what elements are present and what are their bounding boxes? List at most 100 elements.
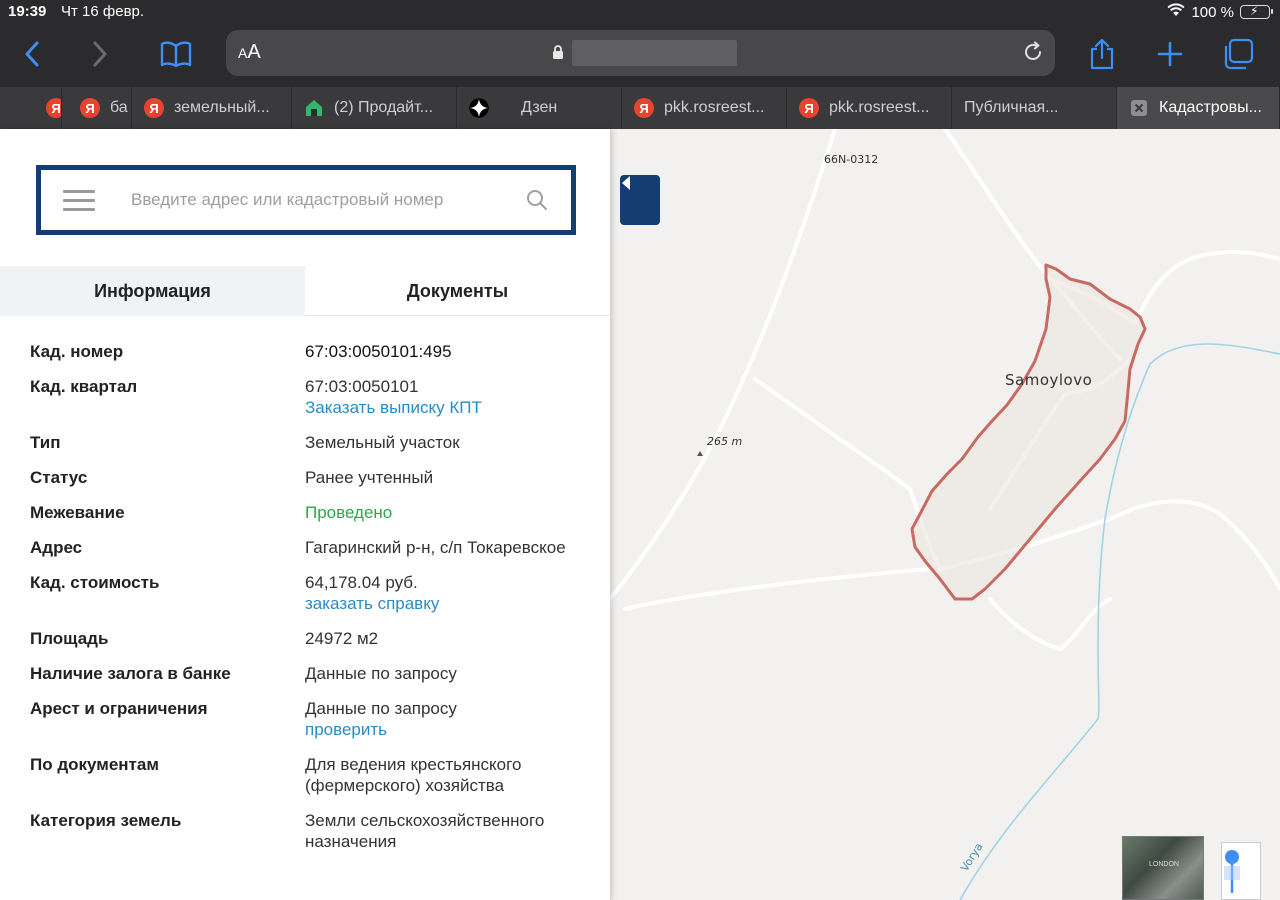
chevron-left-icon xyxy=(25,41,39,67)
info-panel: Информация Документы Кад. номер 67:03:00… xyxy=(0,129,610,900)
tab-label: (2) Продайт... xyxy=(334,99,434,116)
browser-tab[interactable]: Я земельный... xyxy=(132,87,292,129)
yandex-icon: Я xyxy=(80,98,100,118)
tab-label: pkk.rosreest... xyxy=(829,99,930,116)
close-icon[interactable] xyxy=(1129,98,1149,118)
tab-label: земельный... xyxy=(174,99,270,116)
tabs-overview-button[interactable] xyxy=(1218,36,1258,72)
tab-label: pkk.rosreest... xyxy=(664,99,765,116)
wifi-icon xyxy=(1167,3,1185,21)
order-certificate-link[interactable]: заказать справку xyxy=(305,593,585,614)
yandex-icon: Я xyxy=(634,98,654,118)
detail-key: Арест и ограничения xyxy=(30,699,208,718)
detail-key: Кад. квартал xyxy=(30,377,138,396)
bookmarks-button[interactable] xyxy=(156,36,196,72)
detail-value: Ранее учтенный xyxy=(305,468,434,487)
detail-key: Статус xyxy=(30,468,88,487)
map-view[interactable]: 66N-0312 Samoylovo 265 m Vorya LONDON xyxy=(610,129,1280,900)
tab-documents[interactable]: Документы xyxy=(305,266,610,316)
browser-tab[interactable]: Дзен xyxy=(457,87,622,129)
detail-value: 67:03:0050101 xyxy=(305,377,419,396)
battery-percent: 100 % xyxy=(1191,3,1234,21)
detail-row: Категория земель Земли сельскохозяйствен… xyxy=(30,810,590,852)
detail-row: Адрес Гагаринский р-н, с/п Токаревское xyxy=(30,537,590,558)
house-icon xyxy=(304,98,324,118)
detail-row: Наличие залога в банке Данные по запросу xyxy=(30,663,590,684)
detail-key: Кад. номер xyxy=(30,342,124,361)
browser-tab-active[interactable]: Кадастровы... xyxy=(1117,87,1280,129)
detail-value: 67:03:0050101:495 xyxy=(305,342,452,361)
check-link[interactable]: проверить xyxy=(305,719,585,740)
tab-label: ба xyxy=(110,99,128,116)
status-bar: 19:39 Чт 16 февр. 100 % ⚡ xyxy=(0,0,1280,24)
text-size-button[interactable]: AA xyxy=(238,41,261,64)
browser-tab[interactable]: Публичная... xyxy=(952,87,1117,129)
share-button[interactable] xyxy=(1082,36,1122,72)
detail-row: Арест и ограничения Данные по запросу пр… xyxy=(30,698,590,740)
detail-row: Тип Земельный участок xyxy=(30,432,590,453)
details-list: Кад. номер 67:03:0050101:495 Кад. кварта… xyxy=(30,341,590,866)
book-icon xyxy=(160,41,192,67)
detail-row: Межевание Проведено xyxy=(30,502,590,523)
parcel-outline[interactable] xyxy=(910,263,1147,601)
detail-value: Для ведения крестьянского (фермерского) … xyxy=(305,755,522,795)
forward-button[interactable] xyxy=(80,36,120,72)
tab-label: Публичная... xyxy=(964,99,1059,116)
detail-value: Земельный участок xyxy=(305,433,460,452)
tabs-icon xyxy=(1224,38,1254,70)
browser-tab[interactable]: (2) Продайт... xyxy=(292,87,457,129)
detail-value: Гагаринский р-н, с/п Токаревское xyxy=(305,538,566,557)
menu-icon[interactable] xyxy=(63,190,95,212)
map-canvas xyxy=(610,129,1280,900)
caret-left-icon xyxy=(622,176,630,190)
browser-tab[interactable]: Я xyxy=(0,87,62,129)
satellite-layer-thumbnail[interactable]: LONDON xyxy=(1122,836,1204,900)
village-label: Samoylovo xyxy=(1005,371,1093,389)
detail-value: Данные по запросу xyxy=(305,699,457,718)
yandex-icon: Я xyxy=(144,98,164,118)
detail-value: 24972 м2 xyxy=(305,629,379,648)
yandex-icon: Я xyxy=(46,98,61,118)
battery-icon: ⚡ xyxy=(1240,4,1273,19)
panel-tabs: Информация Документы xyxy=(0,266,610,316)
road-label: 66N-0312 xyxy=(824,153,879,166)
lock-icon xyxy=(553,45,563,59)
browser-chrome: 19:39 Чт 16 февр. 100 % ⚡ AA xyxy=(0,0,1280,87)
browser-tab[interactable]: Я ба xyxy=(62,87,132,129)
search-input[interactable] xyxy=(131,184,501,216)
detail-value: 64,178.04 руб. xyxy=(305,573,418,592)
tab-label: Дзен xyxy=(521,99,558,116)
url-text-redacted xyxy=(572,40,737,66)
order-kpt-link[interactable]: Заказать выписку КПТ xyxy=(305,397,585,418)
detail-key: Тип xyxy=(30,433,61,452)
detail-row: По документам Для ведения крестьянского … xyxy=(30,754,590,796)
new-tab-button[interactable] xyxy=(1150,36,1190,72)
pegman-icon xyxy=(1224,850,1240,893)
detail-row: Статус Ранее учтенный xyxy=(30,467,590,488)
reload-icon[interactable] xyxy=(1021,40,1045,64)
detail-key: Категория земель xyxy=(30,811,182,830)
tab-label: Кадастровы... xyxy=(1159,99,1262,116)
detail-key: По документам xyxy=(30,755,159,774)
browser-toolbar: AA xyxy=(0,28,1280,80)
browser-tab[interactable]: Я pkk.rosreest... xyxy=(622,87,787,129)
tab-strip: Я Я ба Я земельный... (2) Продайт... Дзе… xyxy=(0,87,1280,129)
detail-key: Адрес xyxy=(30,538,83,557)
detail-key: Площадь xyxy=(30,629,109,648)
detail-row: Кад. номер 67:03:0050101:495 xyxy=(30,341,590,362)
tab-info[interactable]: Информация xyxy=(0,266,305,316)
search-box xyxy=(36,165,576,235)
detail-key: Наличие залога в банке xyxy=(30,664,231,683)
street-view-button[interactable] xyxy=(1221,842,1261,900)
back-button[interactable] xyxy=(12,36,52,72)
status-date: Чт 16 февр. xyxy=(61,3,145,20)
detail-key: Межевание xyxy=(30,503,125,522)
chevron-right-icon xyxy=(93,41,107,67)
address-bar[interactable]: AA xyxy=(226,30,1055,76)
collapse-panel-button[interactable] xyxy=(620,175,660,225)
browser-tab[interactable]: Я pkk.rosreest... xyxy=(787,87,952,129)
search-icon[interactable] xyxy=(525,188,549,212)
detail-value: Проведено xyxy=(305,503,393,522)
elevation-label: 265 m xyxy=(707,435,743,448)
thumbnail-label: LONDON xyxy=(1149,861,1179,868)
